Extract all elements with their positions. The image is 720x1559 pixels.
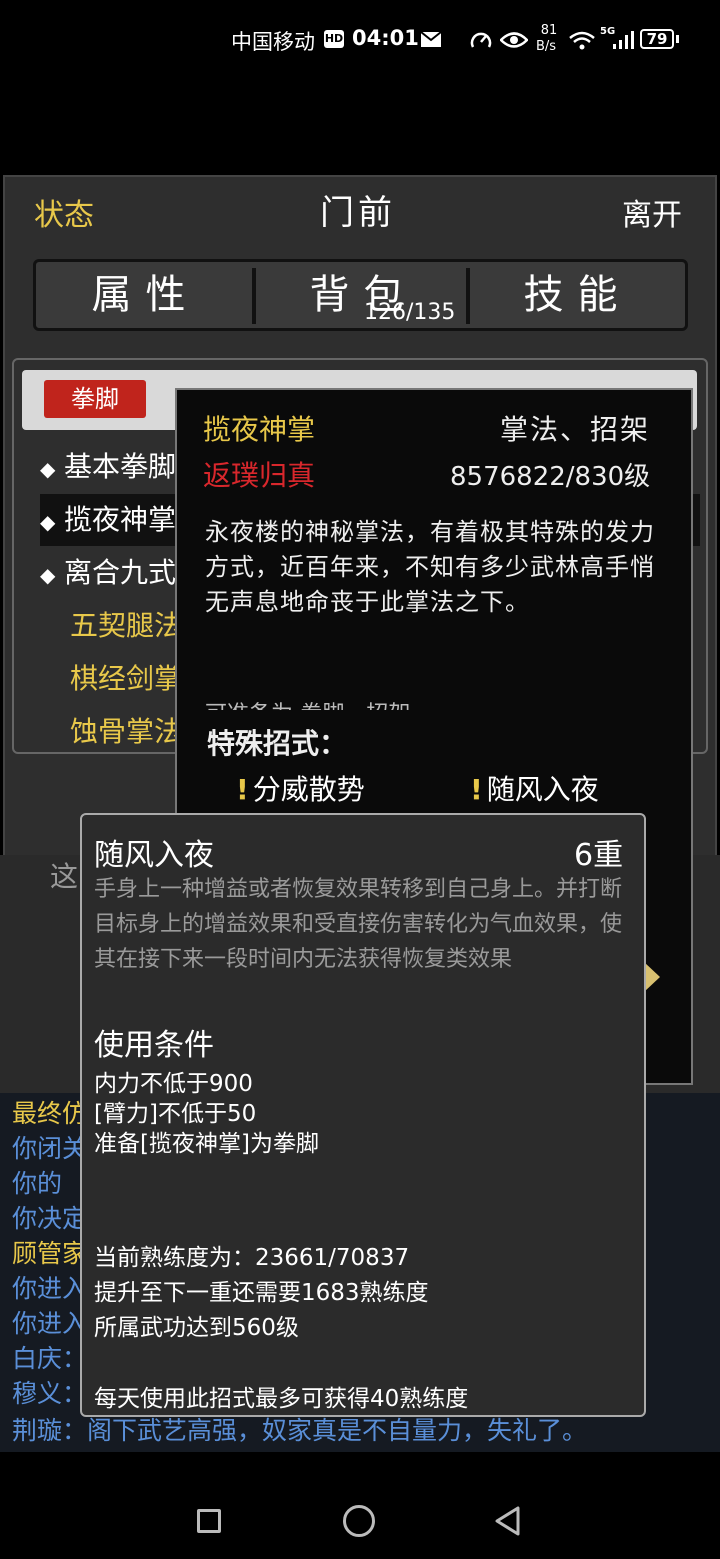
skill-name: 五契腿法 — [70, 609, 183, 642]
next-level-text: 提升至下一重还需要1683熟练度 — [94, 1280, 429, 1306]
condition-line: 准备[揽夜神掌]为拳脚 — [94, 1131, 319, 1157]
exclamation-icon: ! — [236, 773, 249, 806]
log-line: 荆璇：阁下武艺高强，奴家真是不自量力，失礼了。 — [12, 1416, 588, 1445]
wifi-icon — [569, 31, 595, 50]
log-line: 顾管家 — [12, 1239, 88, 1268]
hd-icon: HD — [324, 30, 344, 48]
skill-name: 蚀骨掌法 — [70, 715, 183, 748]
diamond-icon: ◆ — [40, 563, 56, 587]
net-speed-unit: B/s — [536, 39, 557, 54]
skill-name: 棋经剑掌 — [70, 662, 183, 695]
conditions-title: 使用条件 — [94, 1028, 214, 1063]
location-title: 门前 — [320, 193, 396, 233]
daily-limit-text: 每天使用此招式最多可获得40熟练度 — [94, 1386, 469, 1412]
status-bar: 中国移动 HD 04:01 81 B/s 5G 79 — [0, 0, 720, 80]
log-line: 你闭关 — [12, 1134, 88, 1163]
back-icon[interactable] — [494, 1505, 522, 1537]
log-line: 你决定 — [12, 1204, 88, 1233]
condition-line: 内力不低于900 — [94, 1071, 253, 1097]
special-move-label: 随风入夜 — [486, 773, 599, 806]
special-moves-title: 特殊招式： — [207, 727, 348, 760]
log-line: 穆义： — [12, 1379, 88, 1408]
battery-icon: 79 — [640, 29, 674, 49]
skill-name: 基本拳脚 — [64, 450, 177, 483]
carrier-label: 中国移动 — [231, 30, 315, 54]
speed-gauge-icon — [470, 32, 492, 48]
proficiency-text: 当前熟练度为：23661/70837 — [94, 1245, 410, 1271]
diamond-icon: ◆ — [40, 510, 56, 534]
skill-name: 离合九式 — [64, 556, 177, 589]
mail-icon — [420, 31, 442, 47]
skill-detail-type: 掌法、招架 — [500, 413, 651, 446]
category-button-fist[interactable]: 拳脚 — [44, 380, 146, 418]
move-level: 6重 — [574, 838, 624, 873]
special-move-button[interactable]: ! 随风入夜 — [470, 768, 599, 808]
skill-detail-name: 揽夜神掌 — [203, 413, 316, 446]
tab-skills[interactable]: 技能 — [470, 262, 685, 328]
required-level-text: 所属武功达到560级 — [94, 1315, 299, 1341]
move-description: 手身上一种增益或者恢复效果转移到自己身上。并打断目标身上的增益效果和受直接伤害转… — [94, 877, 623, 972]
cell-signal-icon — [613, 31, 634, 49]
battery-tip — [676, 35, 679, 43]
skill-name: 揽夜神掌 — [64, 503, 177, 536]
scene-text: 这 — [50, 860, 79, 893]
leave-button[interactable]: 离开 — [622, 190, 682, 234]
log-line: 最终仿 — [12, 1099, 88, 1128]
clock: 04:01 — [352, 26, 419, 50]
skill-detail-description: 永夜楼的神秘掌法，有着极其特殊的发力方式，近百年来，不知有多少武林高手悄无声息地… — [205, 518, 655, 616]
log-line: 你进入 — [12, 1274, 88, 1303]
log-line: 你进入 — [12, 1309, 88, 1338]
home-icon[interactable] — [343, 1505, 375, 1537]
exclamation-icon: ! — [470, 773, 483, 806]
special-move-button[interactable]: ! 分威散势 — [236, 768, 365, 808]
special-move-label: 分威散势 — [252, 773, 365, 806]
eye-icon — [500, 32, 528, 48]
skill-detail-level: 8576822/830级 — [450, 462, 651, 492]
status-button[interactable]: 状态 — [34, 190, 94, 234]
log-line: 你的 — [12, 1169, 63, 1198]
recent-apps-icon[interactable] — [197, 1509, 221, 1533]
bag-count: 126/135 — [364, 300, 456, 325]
move-name: 随风入夜 — [94, 838, 214, 873]
net-speed-value: 81 — [540, 23, 558, 38]
skill-detail-rank: 返璞归真 — [203, 459, 316, 492]
diamond-icon: ◆ — [40, 457, 56, 481]
log-line: 白庆： — [12, 1344, 88, 1373]
tab-attributes[interactable]: 属性 — [38, 262, 253, 328]
skill-detail-prepare-text: 可准备为:拳脚、招架 — [205, 696, 505, 710]
condition-line: [臂力]不低于50 — [94, 1101, 257, 1127]
